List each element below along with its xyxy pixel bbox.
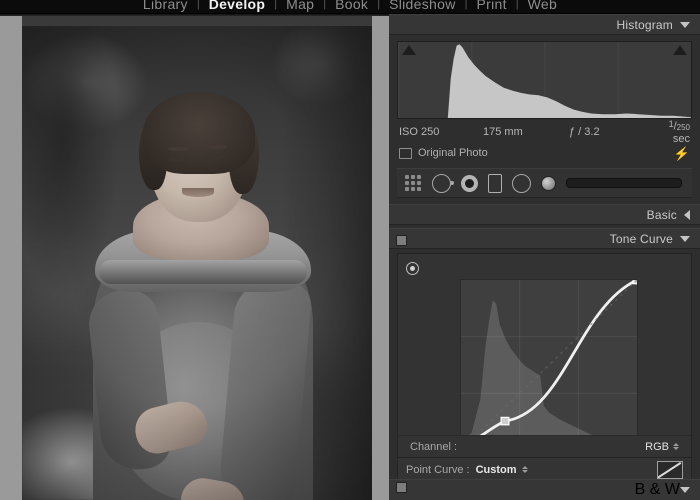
point-curve-label: Point Curve : bbox=[406, 463, 470, 476]
module-nav-item-map[interactable]: Map bbox=[277, 0, 323, 14]
photo-preview[interactable] bbox=[22, 26, 372, 500]
graduated-filter-tool-button[interactable] bbox=[488, 173, 502, 193]
module-nav-item-book[interactable]: Book bbox=[326, 0, 377, 14]
lightroom-develop-window: Library | Develop | Map | Book | Slideshow | Print… bbox=[0, 0, 700, 500]
subject-eye-left bbox=[169, 156, 187, 162]
graduated-filter-icon bbox=[488, 173, 502, 193]
channel-label: Channel : bbox=[410, 440, 458, 453]
right-panel: Histogram ISO 250 175 mm ƒ / 3.2 1/250 s… bbox=[389, 14, 700, 500]
triangle-left-icon[interactable] bbox=[684, 209, 690, 220]
aperture-value: ƒ / 3.2 bbox=[569, 126, 600, 138]
point-curve-value[interactable]: Custom bbox=[476, 464, 517, 476]
tone-curve-enable-switch-icon[interactable] bbox=[396, 235, 407, 246]
exif-metadata-row: ISO 250 175 mm ƒ / 3.2 1/250 sec bbox=[399, 119, 690, 144]
develop-toolstrip bbox=[397, 168, 692, 198]
tone-curve-body: Channel : RGB bbox=[397, 253, 692, 458]
module-picker: Library | Develop | Map | Book | Slideshow | Print… bbox=[0, 0, 700, 14]
adjustment-brush-icon bbox=[541, 175, 556, 191]
tone-curve-panel-title: Tone Curve bbox=[609, 231, 673, 246]
module-nav-item-library[interactable]: Library bbox=[134, 0, 197, 14]
histogram-panel-header[interactable]: Histogram bbox=[389, 14, 700, 35]
original-photo-checkbox-icon[interactable] bbox=[399, 147, 412, 159]
channel-value[interactable]: RGB bbox=[645, 441, 669, 453]
histogram-graph[interactable] bbox=[397, 41, 692, 119]
iso-value: ISO 250 bbox=[399, 126, 440, 138]
radial-filter-tool-button[interactable] bbox=[512, 173, 531, 193]
edit-point-curve-icon[interactable] bbox=[657, 460, 683, 479]
histogram-panel-title: Histogram bbox=[616, 17, 673, 32]
module-nav-item-develop[interactable]: Develop bbox=[200, 0, 275, 14]
subject-eyebrow-left bbox=[168, 147, 188, 151]
lightning-bolt-icon[interactable]: ⚡ bbox=[674, 147, 690, 160]
shutter-unit: sec bbox=[672, 132, 690, 145]
subject-hair bbox=[143, 92, 255, 174]
image-preview-area[interactable] bbox=[22, 16, 372, 500]
tone-curve-graph[interactable] bbox=[460, 279, 638, 451]
red-eye-icon bbox=[461, 174, 478, 192]
subject-mouth bbox=[182, 188, 214, 197]
original-photo-row[interactable]: Original Photo ⚡ bbox=[399, 144, 690, 162]
triangle-down-icon[interactable] bbox=[680, 235, 690, 242]
basic-panel-header[interactable]: Basic bbox=[389, 204, 700, 225]
red-eye-correction-tool-button[interactable] bbox=[461, 174, 478, 192]
shutter-numerator: 1 bbox=[668, 119, 674, 130]
module-nav-item-slideshow[interactable]: Slideshow bbox=[380, 0, 465, 14]
crop-overlay-tool-button[interactable] bbox=[405, 174, 422, 192]
left-panel-scrollbar[interactable] bbox=[0, 16, 18, 500]
point-curve-stepper-icon[interactable] bbox=[521, 466, 528, 473]
targeted-adjustment-tool-icon[interactable] bbox=[406, 262, 419, 275]
module-nav-item-web[interactable]: Web bbox=[519, 0, 566, 14]
left-panel-edge[interactable] bbox=[0, 16, 22, 500]
highlight-clipping-indicator-icon[interactable] bbox=[673, 45, 687, 55]
photo-subject bbox=[77, 84, 327, 500]
channel-row[interactable]: Channel : RGB bbox=[398, 435, 691, 457]
basic-panel-title: Basic bbox=[646, 207, 677, 222]
original-photo-label: Original Photo bbox=[418, 147, 488, 159]
brush-size-slider[interactable] bbox=[566, 178, 682, 188]
subject-shoulder-fold bbox=[99, 260, 307, 284]
spot-removal-icon bbox=[432, 173, 454, 193]
channel-stepper-icon[interactable] bbox=[673, 443, 679, 450]
histogram-plot bbox=[398, 44, 691, 118]
shutter-denominator: 250 bbox=[676, 123, 690, 133]
subject-eye-right bbox=[207, 154, 225, 160]
shadow-clipping-indicator-icon[interactable] bbox=[402, 45, 416, 55]
tone-curve-panel-header[interactable]: Tone Curve bbox=[389, 228, 700, 249]
right-panel-scrollbar[interactable] bbox=[372, 16, 389, 500]
triangle-down-icon[interactable] bbox=[680, 487, 690, 493]
module-nav-item-print[interactable]: Print bbox=[467, 0, 515, 14]
spot-removal-tool-button[interactable] bbox=[432, 173, 454, 193]
shutter-speed-value: 1/250 sec bbox=[668, 119, 690, 145]
adjustment-brush-tool-button[interactable] bbox=[541, 175, 556, 191]
triangle-down-icon[interactable] bbox=[680, 21, 690, 28]
bw-panel-title: B & W bbox=[634, 481, 680, 498]
crop-grid-icon bbox=[405, 174, 422, 192]
radial-filter-icon bbox=[512, 173, 531, 193]
module-picker-items: Library | Develop | Map | Book | Slideshow | Print… bbox=[0, 0, 700, 14]
bw-panel-header[interactable]: B & W bbox=[389, 479, 700, 500]
bw-enable-switch-icon[interactable] bbox=[396, 482, 407, 493]
tone-curve-plot bbox=[461, 280, 637, 450]
focal-length-value: 175 mm bbox=[483, 126, 523, 138]
subject-eyebrow-right bbox=[207, 145, 227, 149]
